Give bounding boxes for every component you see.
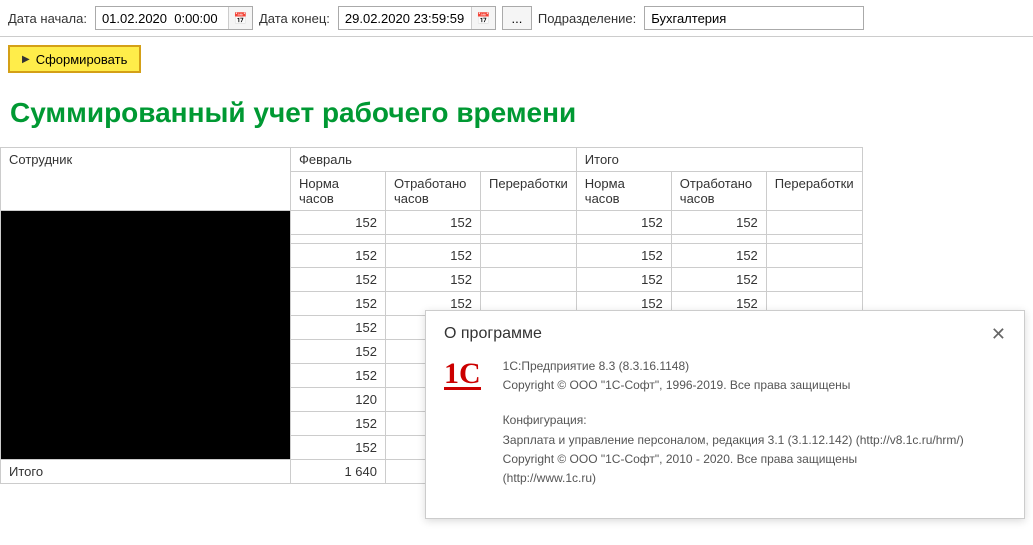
cell-worked: 152 xyxy=(386,211,481,235)
about-config-name: Зарплата и управление персоналом, редакц… xyxy=(503,431,964,450)
col-total: Итого xyxy=(576,148,862,172)
date-end-field[interactable]: 📅 xyxy=(338,6,496,30)
report-title: Суммированный учет рабочего времени xyxy=(0,81,1033,147)
total-norm: 1 640 xyxy=(291,460,386,484)
sub-norm: Норма часов xyxy=(291,172,386,211)
cell-norm: 152 xyxy=(291,292,386,316)
cell-tovertime xyxy=(766,211,862,235)
date-start-field[interactable]: 📅 xyxy=(95,6,253,30)
calendar-icon[interactable]: 📅 xyxy=(471,7,495,29)
cell-worked xyxy=(386,235,481,244)
action-row: ▶ Сформировать xyxy=(0,37,1033,81)
cell-tnorm: 152 xyxy=(576,268,671,292)
about-config-url: (http://www.1c.ru) xyxy=(503,469,964,488)
more-button[interactable]: ... xyxy=(502,6,532,30)
date-end-input[interactable] xyxy=(339,9,471,28)
col-month: Февраль xyxy=(291,148,577,172)
close-icon[interactable]: ✕ xyxy=(991,325,1006,343)
department-label: Подразделение: xyxy=(538,11,638,26)
cell-tworked: 152 xyxy=(671,268,766,292)
sub-norm-total: Норма часов xyxy=(576,172,671,211)
cell-tovertime xyxy=(766,268,862,292)
cell-worked: 152 xyxy=(386,268,481,292)
cell-tworked: 152 xyxy=(671,211,766,235)
cell-tnorm xyxy=(576,235,671,244)
cell-norm: 152 xyxy=(291,412,386,436)
cell-norm: 120 xyxy=(291,388,386,412)
generate-button[interactable]: ▶ Сформировать xyxy=(8,45,141,73)
cell-norm: 152 xyxy=(291,316,386,340)
date-end-label: Дата конец: xyxy=(259,11,332,26)
cell-overtime xyxy=(481,244,577,268)
about-title: О программе xyxy=(444,325,542,343)
date-start-input[interactable] xyxy=(96,9,228,28)
play-icon: ▶ xyxy=(22,54,30,65)
cell-tnorm: 152 xyxy=(576,244,671,268)
department-input[interactable] xyxy=(644,6,864,30)
cell-tovertime xyxy=(766,235,862,244)
cell-tovertime xyxy=(766,244,862,268)
cell-norm: 152 xyxy=(291,244,386,268)
cell-tworked xyxy=(671,235,766,244)
cell-norm: 152 xyxy=(291,364,386,388)
about-version: 1С:Предприятие 8.3 (8.3.16.1148) xyxy=(503,357,964,376)
table-row: 152 152 152 152 xyxy=(1,211,863,235)
date-start-label: Дата начала: xyxy=(8,11,89,26)
sub-worked-total: Отработано часов xyxy=(671,172,766,211)
about-config-copyright: Copyright © ООО "1С-Софт", 2010 - 2020. … xyxy=(503,450,964,469)
logo-1c: 1С xyxy=(444,357,481,504)
cell-norm xyxy=(291,235,386,244)
about-config-label: Конфигурация: xyxy=(503,411,964,430)
sub-overtime: Переработки xyxy=(481,172,577,211)
cell-overtime xyxy=(481,235,577,244)
cell-overtime xyxy=(481,268,577,292)
about-dialog: О программе ✕ 1С 1С:Предприятие 8.3 (8.3… xyxy=(425,310,1025,519)
cell-tworked: 152 xyxy=(671,244,766,268)
about-text: 1С:Предприятие 8.3 (8.3.16.1148) Copyrig… xyxy=(503,357,964,504)
employee-cell-redacted xyxy=(1,211,291,460)
generate-button-label: Сформировать xyxy=(36,52,128,67)
cell-worked: 152 xyxy=(386,244,481,268)
calendar-icon[interactable]: 📅 xyxy=(228,7,252,29)
cell-overtime xyxy=(481,211,577,235)
filter-toolbar: Дата начала: 📅 Дата конец: 📅 ... Подразд… xyxy=(0,0,1033,37)
total-label: Итого xyxy=(1,460,291,484)
sub-overtime-total: Переработки xyxy=(766,172,862,211)
cell-norm: 152 xyxy=(291,436,386,460)
sub-worked: Отработано часов xyxy=(386,172,481,211)
about-copyright: Copyright © ООО "1С-Софт", 1996-2019. Вс… xyxy=(503,376,964,395)
cell-norm: 152 xyxy=(291,340,386,364)
cell-norm: 152 xyxy=(291,211,386,235)
cell-tnorm: 152 xyxy=(576,211,671,235)
cell-norm: 152 xyxy=(291,268,386,292)
col-employee: Сотрудник xyxy=(1,148,291,211)
